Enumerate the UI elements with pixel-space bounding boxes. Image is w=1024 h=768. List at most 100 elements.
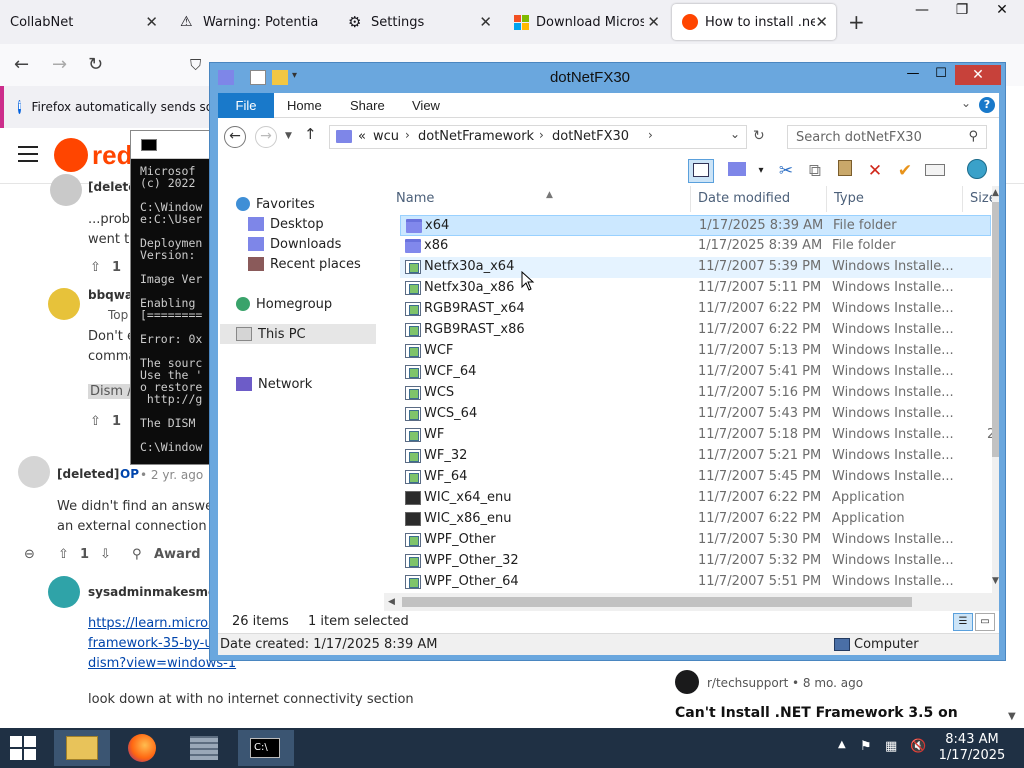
file-row[interactable]: WCS 11/7/2007 5:16 PM Windows Installe... [400,383,991,404]
file-row[interactable]: WF11/7/2007 5:18 PMWindows Installe...2 [400,425,995,446]
copy-icon[interactable]: ⧉ [802,159,828,183]
avatar[interactable] [48,576,80,608]
explorer-titlebar[interactable]: ▾ dotNetFX30 — ☐ ✕ [210,63,1005,93]
reddit-logo-icon[interactable] [54,138,88,172]
tab-share[interactable]: Share [350,93,385,118]
search-box[interactable]: ⚲ [787,125,987,149]
file-row[interactable]: x86 1/17/2025 8:39 AM File folder [400,236,991,257]
forward-button[interactable]: → [255,126,277,148]
nav-recent-places[interactable]: Recent places [248,254,361,274]
file-row[interactable]: RGB9RAST_x86 11/7/2007 6:22 PM Windows Ins… [400,320,991,341]
close-icon[interactable]: ✕ [815,13,828,31]
downvote-icon[interactable]: ⇩ [100,547,111,562]
column-header-name[interactable]: Name ▲ [396,186,553,212]
shield-icon[interactable]: ⛉ [190,56,201,74]
command-prompt-window[interactable]: Microsof (c) 2022 C:\Window e:C:\User De… [130,130,212,465]
expand-ribbon-icon[interactable]: ⌄ [961,96,971,110]
close-icon[interactable]: ✕ [982,0,1022,22]
nav-downloads[interactable]: Downloads [248,234,341,254]
globe-icon[interactable] [964,159,990,183]
help-icon[interactable]: ? [979,97,995,113]
tab-warning[interactable]: ⚠ Warning: Potential S [170,4,336,40]
nav-network[interactable]: Network [236,374,312,394]
rename-icon[interactable]: ✔ [892,159,918,183]
restore-icon[interactable]: ❐ [942,0,982,22]
column-divider[interactable] [962,186,963,212]
folder-options-icon[interactable] [724,159,750,183]
close-icon[interactable]: ✕ [479,13,492,31]
file-row[interactable]: Netfx30a_x86 11/7/2007 5:11 PM Windows Ins… [400,278,991,299]
scroll-down-icon[interactable]: ▼ [992,576,999,586]
scrollbar-thumb[interactable] [402,597,912,607]
chevron-down-icon[interactable]: ▾ [748,159,774,183]
file-row[interactable]: Netfx30a_x64 11/7/2007 5:39 PM Windows Ins… [400,257,991,278]
scroll-left-icon[interactable]: ◀ [388,597,395,607]
console-titlebar[interactable] [131,131,211,159]
nav-this-pc[interactable]: This PC [220,324,376,344]
comment-link[interactable]: https://learn.microso [88,616,223,631]
file-row[interactable]: x64 1/17/2025 8:39 AM File folder [400,215,991,236]
refresh-icon[interactable]: ↻ [753,128,765,144]
tab-download-microsoft[interactable]: Download Microsoft ✕ [504,4,668,40]
tab-collabnet[interactable]: CollabNet ✕ [0,4,166,40]
chevron-right-icon[interactable]: › [648,128,653,142]
back-button[interactable]: ← [224,126,246,148]
file-row[interactable]: WPF_Other 11/7/2007 5:30 PM Windows Instal… [400,530,991,551]
nav-homegroup[interactable]: Homegroup [236,294,332,314]
cut-icon[interactable]: ✂ [773,159,799,183]
large-icons-view-icon[interactable]: ▭ [975,613,995,631]
comment-author[interactable]: [deleted] [57,467,119,481]
comment-link[interactable]: framework-35-by-us [88,636,219,651]
avatar[interactable] [48,288,80,320]
file-row[interactable]: WCS_64 11/7/2007 5:43 PM Windows Installe.… [400,404,991,425]
paste-icon[interactable] [832,159,858,183]
forward-icon[interactable]: → [52,54,67,75]
back-icon[interactable]: ← [14,54,29,75]
file-row[interactable]: WF_64 11/7/2007 5:45 PM Windows Installe..… [400,467,991,488]
avatar[interactable] [50,174,82,206]
address-bar[interactable]: « wcu › dotNetFramework › dotNetFX30 › ⌄ [329,125,747,149]
chevron-down-icon[interactable]: ⌄ [730,127,740,141]
chevron-right-icon[interactable]: › [405,128,410,142]
tab-how-to-install-net[interactable]: How to install .net Fr ✕ [672,4,836,40]
upvote-icon[interactable]: ⇧ [58,547,69,562]
volume-muted-icon[interactable]: 🔇 [910,739,926,754]
search-icon[interactable]: ⚲ [968,129,978,144]
tab-file[interactable]: File [218,93,274,118]
system-clock[interactable]: 8:43 AM 1/17/2025 [926,732,1018,764]
vertical-scrollbar[interactable]: ▲ ▼ [992,186,999,611]
network-icon[interactable]: ▦ [885,739,897,754]
subreddit-name[interactable]: r/techsupport [707,676,788,690]
properties-icon[interactable] [922,159,948,183]
breadcrumb-wcu[interactable]: wcu [373,129,399,144]
file-row[interactable]: WCF_64 11/7/2007 5:41 PM Windows Installe.… [400,362,991,383]
file-row[interactable]: WCF 11/7/2007 5:13 PM Windows Installe... [400,341,991,362]
column-divider[interactable] [690,186,691,212]
menu-icon[interactable] [18,146,38,162]
maximize-icon[interactable]: ☐ [926,65,956,85]
file-row[interactable]: WPF_Other_64 11/7/2007 5:51 PM Windows Ins… [400,572,991,593]
tab-home[interactable]: Home [287,93,322,118]
new-tab-button[interactable]: + [848,10,865,34]
up-icon[interactable]: ↑ [304,125,317,143]
scroll-down-icon[interactable]: ▼ [1008,711,1016,722]
scrollbar-thumb[interactable] [992,202,999,457]
reload-icon[interactable]: ↻ [88,54,103,75]
column-divider[interactable] [826,186,827,212]
taskbar-server-manager[interactable] [176,730,232,766]
scroll-up-icon[interactable]: ▲ [992,188,999,198]
column-header-date[interactable]: Date modified [698,186,790,212]
upvote-icon[interactable]: ⇧ [90,414,101,429]
chevron-right-icon[interactable]: › [539,128,544,142]
close-icon[interactable]: ✕ [145,13,158,31]
details-view-icon[interactable]: ☰ [953,613,973,631]
subreddit-avatar[interactable] [675,670,699,694]
search-input[interactable] [788,126,958,148]
award-button[interactable]: Award [154,547,201,562]
file-row[interactable]: RGB9RAST_x64 11/7/2007 6:22 PM Windows Ins… [400,299,991,320]
delete-icon[interactable]: ✕ [862,159,888,183]
tab-settings[interactable]: ⚙ Settings ✕ [338,4,500,40]
file-row[interactable]: WPF_Other_32 11/7/2007 5:32 PM Windows Ins… [400,551,991,572]
file-row[interactable]: WF_32 11/7/2007 5:21 PM Windows Installe..… [400,446,991,467]
minimize-icon[interactable]: — [898,65,928,85]
